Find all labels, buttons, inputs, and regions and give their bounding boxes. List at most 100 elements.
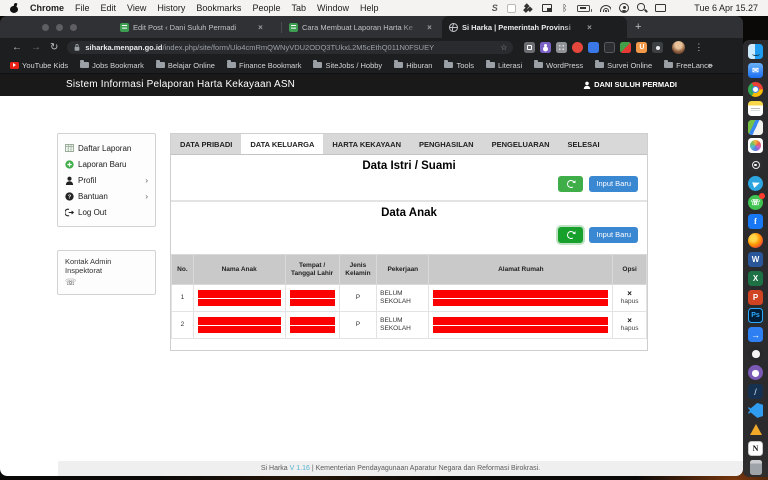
tab-harta-kekayaan[interactable]: HARTA KEKAYAAN — [323, 134, 410, 154]
hapus-link[interactable]: hapus — [616, 325, 643, 333]
footer-version-link[interactable]: V 1.16 — [290, 465, 310, 472]
bookmark-folder-belajar[interactable]: Belajar Online — [156, 61, 215, 70]
zeplin-dock-icon[interactable] — [748, 422, 763, 437]
bookmark-folder-freelance[interactable]: FreeLance — [664, 61, 712, 70]
screen-mirroring-status-icon[interactable] — [542, 4, 552, 12]
menu-help[interactable]: Help — [360, 3, 379, 13]
grammarly-status-icon[interactable]: S — [490, 2, 499, 14]
minimize-window-button[interactable] — [56, 24, 63, 31]
extension-icon-7[interactable] — [620, 42, 631, 53]
close-tab-icon[interactable]: × — [584, 22, 595, 33]
facebook-dock-icon[interactable]: f — [748, 214, 763, 229]
input-baru-button[interactable]: Input Baru — [589, 227, 638, 243]
menu-bar-clock[interactable]: Tue 6 Apr 15.27 — [694, 3, 758, 13]
delete-icon[interactable]: × — [616, 290, 643, 298]
bookmark-folder-wordpress[interactable]: WordPress — [534, 61, 583, 70]
maximize-window-button[interactable] — [70, 24, 77, 31]
back-icon[interactable]: ← — [12, 43, 22, 53]
sidebar-item-log-out[interactable]: Log Out — [65, 204, 148, 220]
refresh-button[interactable] — [558, 227, 583, 243]
designer-app-dock-icon[interactable]: / — [748, 384, 763, 399]
bookmark-folder-literasi[interactable]: Literasi — [486, 61, 522, 70]
tab-penghasilan[interactable]: PENGHASILAN — [410, 134, 483, 154]
browser-tab-active[interactable]: Si Harka | Pemerintah Provinsi × — [442, 16, 627, 38]
reload-icon[interactable]: ↻ — [50, 43, 58, 53]
menu-tab[interactable]: Tab — [291, 3, 306, 13]
bluetooth-status-icon[interactable]: ᛒ — [560, 2, 569, 14]
chrome-menu-icon[interactable]: ⋮ — [694, 42, 703, 53]
extension-icon-4[interactable] — [572, 42, 583, 53]
browser-tab-1[interactable]: Edit Post ‹ Dani Suluh Permadi × — [113, 16, 281, 38]
spotlight-search-icon[interactable] — [637, 3, 647, 13]
tab-data-pribadi[interactable]: DATA PRIBADI — [171, 134, 241, 154]
finder-dock-icon[interactable] — [748, 44, 763, 59]
github-dock-icon[interactable] — [748, 365, 763, 380]
menu-people[interactable]: People — [252, 3, 280, 13]
battery-status-icon[interactable] — [577, 5, 590, 12]
photoshop-dock-icon[interactable]: Ps — [748, 308, 763, 323]
telegram-dock-icon[interactable] — [748, 176, 763, 191]
close-tab-icon[interactable]: × — [255, 22, 266, 33]
refresh-button[interactable] — [558, 176, 583, 192]
sidebar-item-profil[interactable]: Profil › — [65, 172, 148, 188]
close-window-button[interactable] — [42, 24, 49, 31]
address-bar[interactable]: siharka.menpan.go.id/index.php/site/form… — [67, 41, 513, 54]
bookmarks-overflow-icon[interactable]: » — [708, 60, 713, 70]
browser-tab-2[interactable]: Cara Membuat Laporan Harta Ke × — [282, 16, 442, 38]
bookmark-folder-survei[interactable]: Survei Online — [595, 61, 652, 70]
extension-icon-3[interactable] — [556, 42, 567, 53]
photos-dock-icon[interactable] — [748, 138, 763, 153]
menu-bookmarks[interactable]: Bookmarks — [196, 3, 241, 13]
extension-icon-5[interactable] — [588, 42, 599, 53]
notes-dock-icon[interactable] — [748, 101, 763, 116]
bookmark-youtube-kids[interactable]: YouTube Kids — [10, 61, 68, 70]
wifi-status-icon[interactable] — [600, 4, 611, 12]
excel-dock-icon[interactable]: X — [748, 271, 763, 286]
word-dock-icon[interactable]: W — [748, 252, 763, 267]
tab-data-keluarga[interactable]: DATA KELUARGA — [241, 134, 323, 154]
trash-dock-icon[interactable] — [750, 460, 762, 475]
notes-status-icon[interactable] — [507, 4, 516, 13]
tab-pengeluaran[interactable]: PENGELUARAN — [483, 134, 559, 154]
extension-icon-8[interactable]: U — [636, 42, 647, 53]
display-status-icon[interactable] — [655, 4, 666, 12]
powerpoint-dock-icon[interactable]: P — [748, 290, 763, 305]
fingerprint-app-dock-icon[interactable] — [748, 157, 763, 172]
mail-dock-icon[interactable]: ✉ — [748, 63, 763, 78]
menu-file[interactable]: File — [75, 3, 90, 13]
bookmark-folder-hiburan[interactable]: Hiburan — [394, 61, 432, 70]
surveymonkey-dock-icon[interactable] — [748, 346, 763, 361]
new-tab-button[interactable]: + — [635, 16, 641, 38]
menu-edit[interactable]: Edit — [101, 3, 117, 13]
sidebar-item-daftar-laporan[interactable]: Daftar Laporan — [65, 140, 148, 156]
share-app-dock-icon[interactable]: → — [748, 327, 763, 342]
menu-window[interactable]: Window — [317, 3, 349, 13]
sidebar-item-bantuan[interactable]: ? Bantuan › — [65, 188, 148, 204]
sidebar-item-laporan-baru[interactable]: Laporan Baru — [65, 156, 148, 172]
bookmark-folder-sitejobs[interactable]: SiteJobs / Hobby — [313, 61, 382, 70]
menu-app-name[interactable]: Chrome — [30, 3, 64, 13]
input-baru-button[interactable]: Input Baru — [589, 176, 638, 192]
delete-icon[interactable]: × — [616, 317, 643, 325]
dropbox-status-icon[interactable] — [524, 3, 534, 13]
extension-icon-2[interactable] — [540, 42, 551, 53]
tab-selesai[interactable]: SELESAI — [559, 134, 609, 154]
chrome-status-icon[interactable] — [674, 3, 684, 13]
extension-icon-9[interactable] — [652, 42, 663, 53]
whatsapp-dock-icon[interactable]: ☏ — [748, 195, 763, 210]
bookmark-folder-tools[interactable]: Tools — [444, 61, 474, 70]
firefox-dock-icon[interactable] — [748, 233, 763, 248]
bookmark-star-icon[interactable]: ☆ — [500, 43, 507, 52]
logged-in-user[interactable]: DANI SULUH PERMADI — [583, 80, 677, 89]
menu-history[interactable]: History — [157, 3, 185, 13]
maps-dock-icon[interactable] — [748, 120, 763, 135]
vscode-dock-icon[interactable] — [748, 403, 763, 418]
notion-dock-icon[interactable]: N — [748, 441, 763, 456]
close-tab-icon[interactable]: × — [424, 22, 435, 33]
chrome-dock-icon[interactable] — [748, 82, 763, 97]
forward-icon[interactable]: → — [31, 43, 41, 53]
hapus-link[interactable]: hapus — [616, 298, 643, 306]
account-status-icon[interactable] — [619, 3, 629, 13]
menu-view[interactable]: View — [127, 3, 146, 13]
apple-menu-icon[interactable] — [10, 3, 19, 14]
